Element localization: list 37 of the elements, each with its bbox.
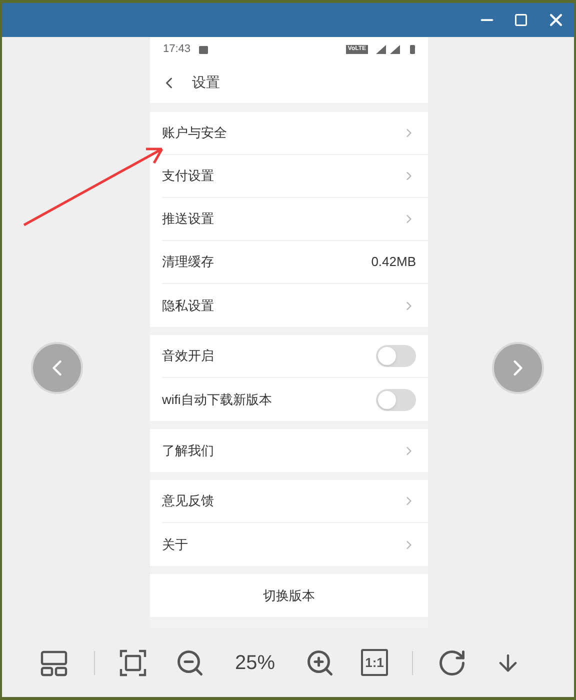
row-label: 支付设置: [162, 167, 215, 186]
settings-row[interactable]: 支付设置: [150, 155, 428, 198]
settings-row[interactable]: 意见反馈: [150, 480, 428, 523]
settings-row[interactable]: 关于: [150, 523, 428, 566]
image-icon: [198, 46, 208, 54]
row-label: 意见反馈: [162, 492, 215, 510]
row-label: 清理缓存: [162, 253, 215, 272]
settings-row[interactable]: 隐私设置: [150, 284, 428, 327]
settings-row[interactable]: 账户与安全: [150, 112, 428, 155]
status-time: 17:43: [163, 42, 191, 58]
settings-row[interactable]: 了解我们: [150, 429, 428, 472]
row-label: wifi自动下载新版本: [162, 390, 273, 409]
maximize-icon[interactable]: [514, 13, 528, 27]
battery-icon: [410, 45, 415, 54]
settings-row[interactable]: 清理缓存 0.42MB: [150, 241, 428, 284]
toggle-switch[interactable]: [376, 345, 416, 367]
settings-row[interactable]: wifi自动下载新版本: [150, 378, 428, 421]
signal-icon: [376, 45, 402, 54]
settings-row[interactable]: 音效开启: [150, 335, 428, 378]
row-label: 账户与安全: [162, 124, 228, 142]
zoom-level: 25%: [235, 650, 276, 676]
zoom-out-icon[interactable]: [175, 648, 205, 678]
row-label: 音效开启: [162, 347, 215, 366]
toggle-switch[interactable]: [376, 388, 416, 410]
row-label: 关于: [162, 536, 189, 554]
zoom-in-icon[interactable]: [305, 648, 336, 678]
row-label: 隐私设置: [162, 296, 215, 315]
layout-icon[interactable]: [40, 648, 68, 676]
fit-screen-icon[interactable]: [119, 648, 147, 676]
settings-row[interactable]: 推送设置: [150, 198, 428, 241]
rotate-icon[interactable]: [437, 648, 468, 678]
switch-version-button[interactable]: 切换版本: [255, 586, 323, 606]
cache-size: 0.42MB: [371, 253, 416, 272]
row-label: 推送设置: [162, 210, 215, 228]
page-title: 设置: [192, 73, 220, 92]
actual-size-button[interactable]: 1:1: [361, 649, 388, 676]
row-label: 了解我们: [162, 442, 215, 460]
